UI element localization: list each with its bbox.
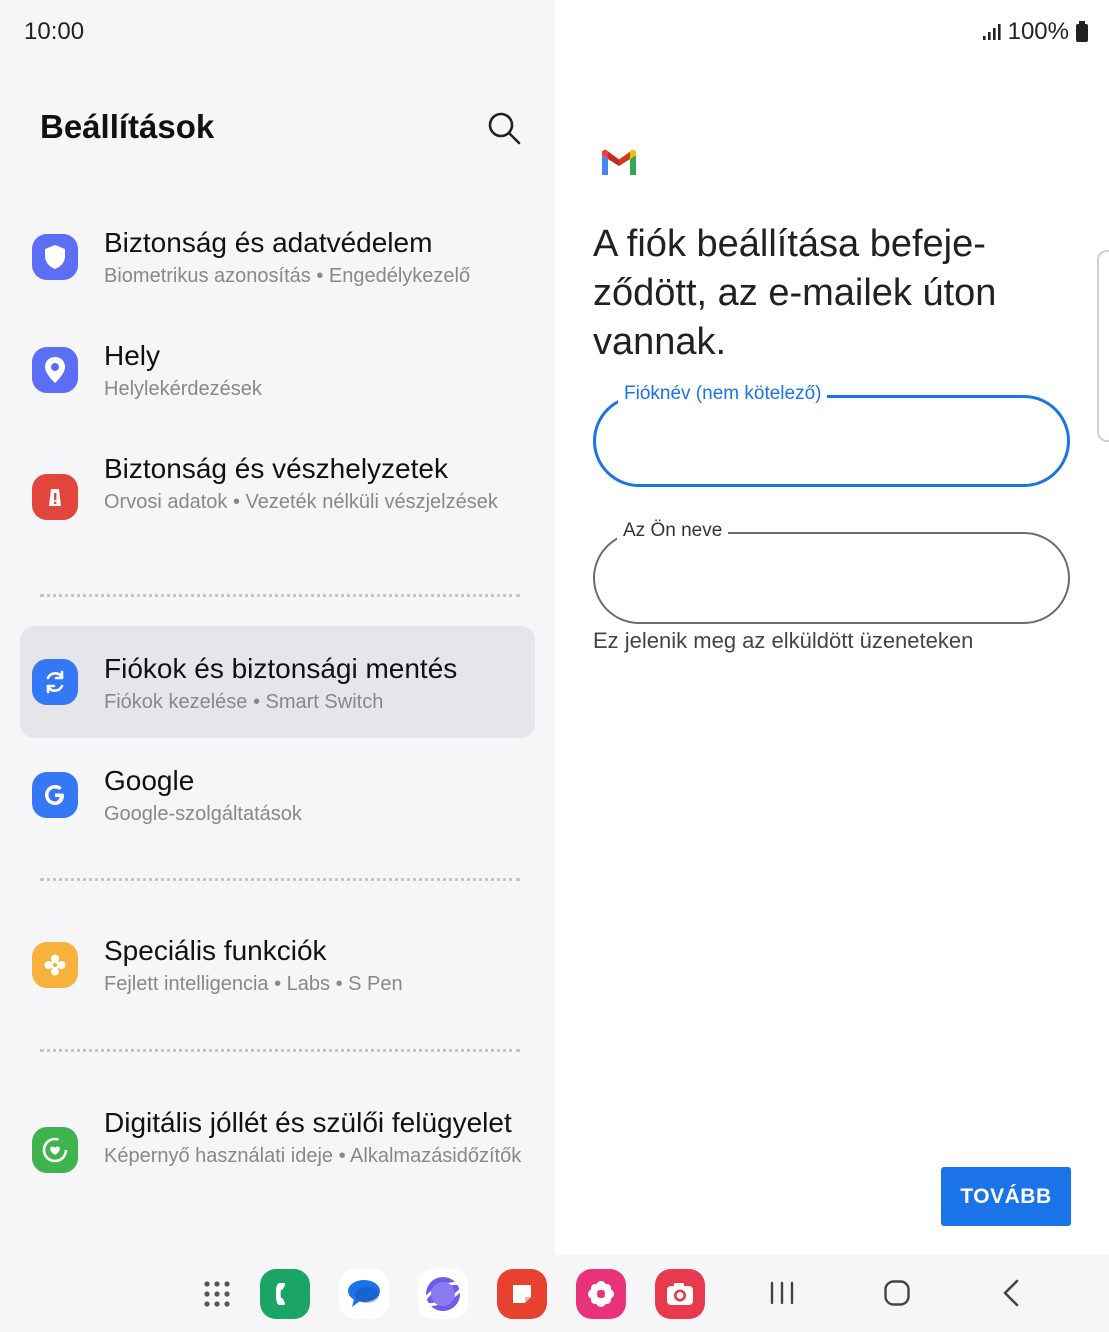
location-pin-icon [32,347,78,393]
emergency-alert-icon [32,474,78,520]
your-name-label: Az Ön neve [617,520,729,542]
edge-panel-handle[interactable] [1097,250,1109,442]
camera-app-icon [667,1283,693,1305]
gmail-setup-pane: 100% A fiók beállítása befeje-ződött, az… [555,0,1109,1255]
google-g-icon [32,772,78,818]
settings-item-advanced-features[interactable]: Speciális funkciók Fejlett intelligencia… [20,930,535,1010]
internet-app[interactable] [418,1269,468,1319]
recents-icon [770,1281,794,1305]
item-subtitle: Fiókok kezelése • Smart Switch [104,691,384,713]
item-name: Biztonság és vészhelyzetek [104,453,448,484]
item-name: Digitális jóllét és szülői felügyelet [104,1107,512,1138]
home-button[interactable] [877,1273,917,1313]
status-indicators: 100% [982,18,1089,46]
battery-full-icon [1076,21,1088,42]
recents-button[interactable] [762,1273,802,1313]
next-button[interactable]: TOVÁBB [941,1167,1071,1226]
signal-bars-icon [982,24,1001,40]
your-name-field[interactable]: Az Ön neve [593,520,1070,624]
sync-icon [32,659,78,705]
page-title: Beállítások [40,108,215,145]
item-subtitle: Biometrikus azonosítás • Engedélykezelő [104,265,471,287]
settings-item-security-privacy[interactable]: Biztonság és adatvédelem Biometrikus azo… [20,222,535,302]
item-name: Speciális funkciók [104,935,327,966]
app-drawer-button[interactable] [192,1269,242,1319]
section-divider [40,594,520,597]
phone-app[interactable] [260,1269,310,1319]
item-name: Biztonság és adatvédelem [104,227,433,258]
account-name-input[interactable] [624,424,1044,460]
item-name: Google [104,765,195,796]
item-subtitle: Fejlett intelligencia • Labs • S Pen [104,973,403,995]
back-button[interactable] [992,1273,1032,1313]
section-divider [40,878,520,881]
camera-app[interactable] [655,1269,705,1319]
setup-complete-heading: A fiók beállítása befeje-ződött, az e-ma… [593,223,997,363]
messages-app-icon [348,1280,380,1307]
account-name-label: Fióknév (nem kötelező) [618,383,828,405]
gallery-app-icon [588,1281,614,1307]
battery-percent: 100% [1007,18,1069,45]
account-name-field[interactable]: Fióknév (nem kötelező) [593,383,1070,487]
settings-item-location[interactable]: Hely Helylekérdezések [20,335,535,415]
settings-item-accounts-backup[interactable]: Fiókok és biztonsági mentés Fiókok kezel… [20,626,535,738]
gmail-logo-icon [602,149,636,175]
home-icon [884,1280,910,1306]
notes-app-icon [513,1285,531,1303]
shield-icon [32,234,78,280]
settings-item-google[interactable]: Google Google-szolgáltatások [20,760,535,840]
item-subtitle: Orvosi adatok • Vezeték nélküli vészjelz… [104,491,498,513]
phone-app-icon [276,1283,286,1305]
item-subtitle: Képernyő használati ideje • Alkalmazásid… [104,1145,522,1167]
gallery-app[interactable] [576,1269,626,1319]
search-icon [488,112,521,145]
settings-pane: 10:00 Beállítások Biztonság és adatvédel… [0,0,555,1255]
internet-app-icon [423,1277,463,1311]
taskbar [0,1255,1109,1332]
section-divider [40,1049,520,1052]
notes-app[interactable] [497,1269,547,1319]
gear-flower-icon [32,942,78,988]
messages-app[interactable] [339,1269,389,1319]
item-name: Fiókok és biztonsági mentés [104,653,458,684]
settings-item-digital-wellbeing[interactable]: Digitális jóllét és szülői felügyelet Ké… [20,1102,535,1212]
search-button[interactable] [484,108,524,148]
your-name-input[interactable] [623,560,1043,596]
back-icon [1003,1279,1019,1307]
status-time: 10:00 [24,18,85,45]
item-subtitle: Helylekérdezések [104,378,262,400]
wellbeing-heart-icon [32,1127,78,1173]
your-name-helper-text: Ez jelenik meg az elküldött üzeneteken [593,628,974,653]
item-name: Hely [104,340,161,371]
settings-item-safety-emergency[interactable]: Biztonság és vészhelyzetek Orvosi adatok… [20,448,535,558]
app-drawer-icon [204,1281,230,1307]
item-subtitle: Google-szolgáltatások [104,803,302,825]
